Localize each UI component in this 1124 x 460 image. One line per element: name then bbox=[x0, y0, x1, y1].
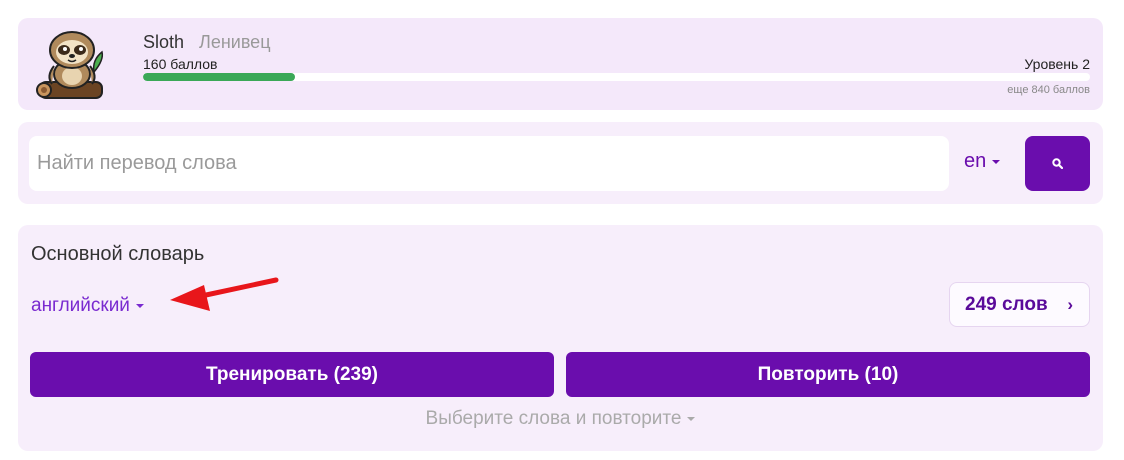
repeat-button[interactable]: Повторить (10) bbox=[566, 352, 1090, 397]
select-words-repeat-label: Выберите слова и повторите bbox=[425, 408, 682, 429]
words-count-label: 249 слов bbox=[965, 293, 1048, 315]
sloth-avatar bbox=[32, 26, 112, 104]
search-card: en bbox=[18, 122, 1103, 204]
user-rank: Ленивец bbox=[199, 32, 271, 52]
chevron-right-icon: › bbox=[1067, 295, 1073, 314]
chevron-down-icon bbox=[687, 416, 696, 421]
profile-card: Sloth Ленивец 160 баллов Уровень 2 еще 8… bbox=[18, 18, 1103, 110]
search-button[interactable] bbox=[1025, 136, 1090, 191]
search-icon bbox=[1052, 158, 1063, 169]
points-remaining-label: еще 840 баллов bbox=[1007, 84, 1090, 96]
level-progress-fill bbox=[143, 73, 295, 81]
points-label: 160 баллов bbox=[143, 56, 218, 72]
dictionary-title: Основной словарь bbox=[31, 243, 205, 265]
dictionary-language-dropdown[interactable]: английский bbox=[31, 295, 144, 317]
dictionary-language-value: английский bbox=[31, 295, 130, 316]
chevron-down-icon bbox=[135, 303, 144, 308]
search-language-value: en bbox=[964, 150, 987, 172]
words-count-button[interactable]: 249 слов › bbox=[949, 282, 1090, 327]
level-progress-bar bbox=[143, 73, 1090, 81]
annotation-arrow-icon bbox=[170, 277, 279, 311]
search-language-dropdown[interactable]: en bbox=[964, 150, 1001, 173]
level-label: Уровень 2 bbox=[1024, 56, 1090, 72]
select-words-repeat-dropdown[interactable]: Выберите слова и повторите bbox=[18, 408, 1103, 430]
dictionary-card: Основной словарь английский 249 слов › Т… bbox=[18, 225, 1103, 451]
user-name: Sloth bbox=[143, 32, 185, 52]
chevron-down-icon bbox=[992, 159, 1001, 164]
train-button[interactable]: Тренировать (239) bbox=[30, 352, 554, 397]
word-search-input[interactable] bbox=[29, 136, 949, 191]
